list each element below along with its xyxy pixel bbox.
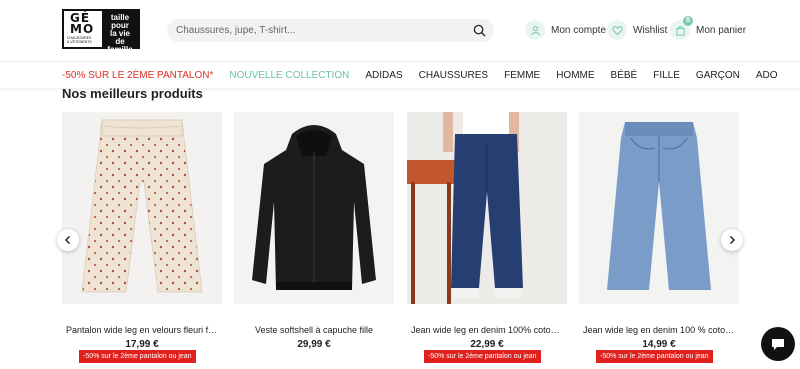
nav-item-new-collection[interactable]: NOUVELLE COLLECTION [229,70,349,81]
wishlist-label: Wishlist [633,24,668,36]
product-image[interactable] [579,112,739,304]
chevron-left-icon [64,235,71,245]
product-image[interactable] [407,112,567,304]
product-price: 22,99 € [470,339,504,350]
carousel-next-button[interactable] [721,229,743,251]
product-card[interactable]: Jean wide leg en denim 100% coton ... 22… [407,112,567,363]
chevron-right-icon [729,235,736,245]
carousel-prev-button[interactable] [57,229,79,251]
product-price: 29,99 € [297,339,331,350]
product-name[interactable]: Jean wide leg en denim 100% coton ... [407,325,567,335]
logo-tagline: taille pour la vie de famille [102,11,138,54]
product-image[interactable] [234,112,394,304]
account-label: Mon compte [551,24,607,36]
main-navigation: -50% SUR LE 2ÈME PANTALON* NOUVELLE COLL… [62,62,794,88]
product-card[interactable]: Jean wide leg en denim 100 % coton ... 1… [579,112,739,363]
promo-badge: -50% sur le 2ème pantalon ou jean [79,350,196,363]
wishlist-link[interactable]: Wishlist [607,19,667,41]
cart-link[interactable]: 0 Mon panier [670,16,747,41]
product-name[interactable]: Jean wide leg en denim 100 % coton ... [579,325,739,335]
search-bar [167,19,494,42]
search-icon[interactable] [473,24,486,37]
nav-item-fille[interactable]: FILLE [653,70,680,81]
product-name[interactable]: Veste softshell à capuche fille [234,325,394,335]
nav-item-adidas[interactable]: ADIDAS [365,70,402,81]
site-header: GÉ MO CHAUSSURES & VÊTEMENTS taille pour la … [0,0,800,62]
nav-item-homme[interactable]: HOMME [556,70,594,81]
product-name[interactable]: Pantalon wide leg en velours fleuri fill… [62,325,222,335]
cart-count-badge: 0 [683,16,693,26]
product-card[interactable]: Pantalon wide leg en velours fleuri fill… [62,112,222,363]
user-icon [525,20,545,40]
logo-subtitle: CHAUSSURES & VÊTEMENTS [67,36,92,44]
cart-label: Mon panier [696,24,747,36]
product-price: 14,99 € [642,339,676,350]
promo-badge: -50% sur le 2ème pantalon ou jean [424,350,541,363]
nav-item-bebe[interactable]: BÉBÉ [611,70,638,81]
nav-item-femme[interactable]: FEMME [504,70,540,81]
nav-item-chaussures[interactable]: CHAUSSURES [419,70,488,81]
bag-icon: 0 [670,16,693,40]
search-input[interactable] [176,19,466,42]
product-image[interactable] [62,112,222,304]
section-title: Nos meilleurs produits [62,86,203,101]
chat-button[interactable] [761,327,795,361]
product-price: 17,99 € [125,339,159,350]
logo-letters: GÉ MO [70,11,95,36]
nav-item-ado[interactable]: ADO [756,70,778,81]
gemo-logo[interactable]: GÉ MO CHAUSSURES & VÊTEMENTS taille pour la … [62,9,140,54]
promo-badge: -50% sur le 2ème pantalon ou jean [596,350,713,363]
chat-icon [772,339,784,350]
account-link[interactable]: Mon compte [525,19,606,41]
nav-item-garcon[interactable]: GARÇON [696,70,740,81]
heart-icon [607,20,627,40]
product-card[interactable]: Veste softshell à capuche fille 29,99 € [234,112,394,350]
nav-item-promo[interactable]: -50% SUR LE 2ÈME PANTALON* [62,70,213,81]
